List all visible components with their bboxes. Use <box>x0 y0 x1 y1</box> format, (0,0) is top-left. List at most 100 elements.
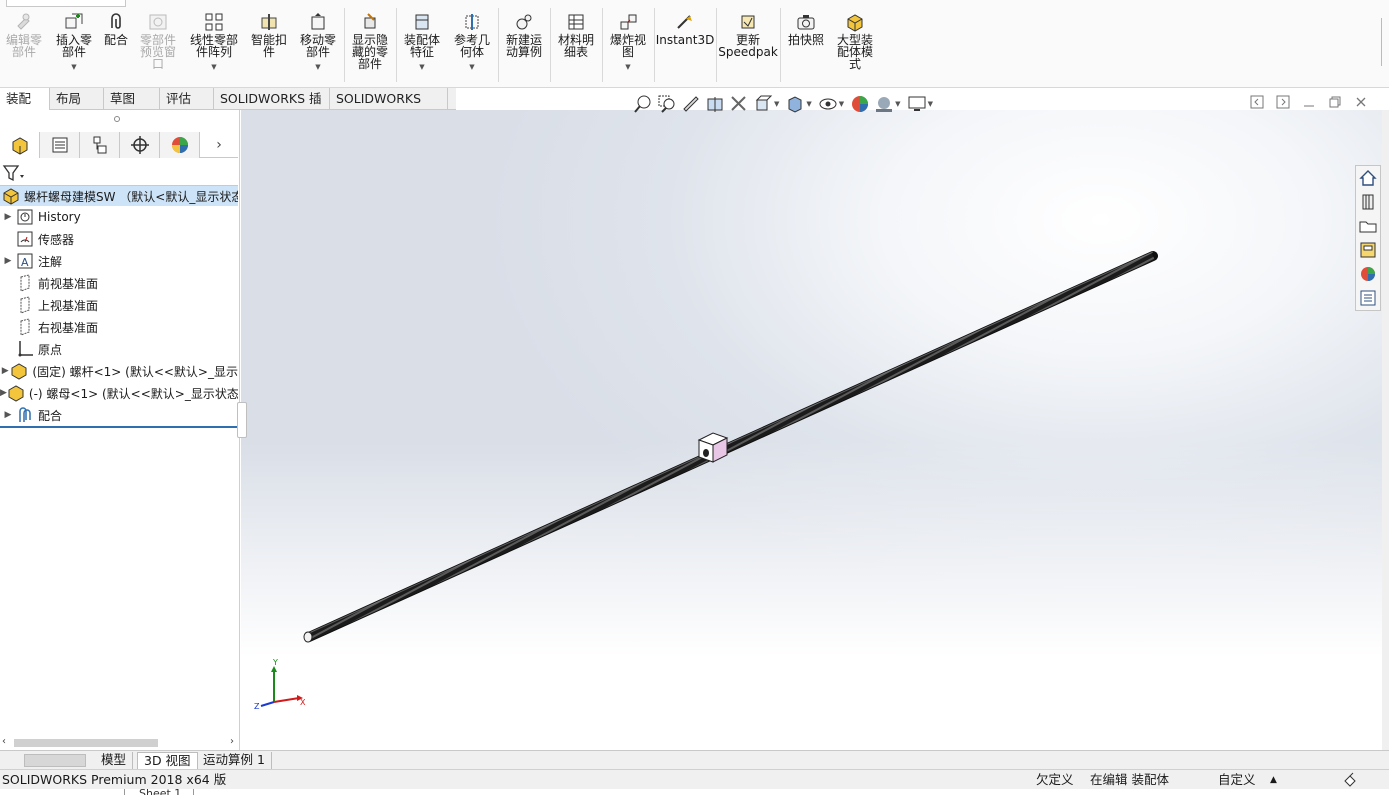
smart-fasteners-button[interactable]: 智能扣 件 <box>248 12 290 58</box>
tab-motion-study-1[interactable]: 运动算例 1 <box>197 752 272 769</box>
edit-component-button[interactable]: 编辑零 部件 <box>4 12 44 58</box>
tree-item-annotations[interactable]: ▶ A 注解 <box>0 250 238 272</box>
tab-layout[interactable]: 布局 <box>50 88 104 110</box>
tab-sketch[interactable]: 草图 <box>104 88 160 110</box>
view-palette-icon[interactable] <box>1358 240 1378 260</box>
zoom-to-fit-icon[interactable] <box>633 94 653 114</box>
hide-show-dropdown-icon[interactable]: ▼ <box>839 100 844 108</box>
display-style-icon[interactable] <box>785 94 805 114</box>
large-assembly-mode-button[interactable]: 大型装 配体模 式 <box>832 12 878 70</box>
expand-icon[interactable]: ▶ <box>0 256 16 266</box>
scroll-left-icon[interactable]: ‹ <box>2 736 6 747</box>
reference-geometry-dropdown-icon[interactable]: ▼ <box>469 61 474 73</box>
apply-scene-icon[interactable] <box>874 94 894 114</box>
collapse-right-icon[interactable] <box>1276 95 1290 109</box>
tabs-scroll-right-icon[interactable]: › <box>200 132 238 157</box>
sheet-tab[interactable]: Sheet 1 <box>124 789 194 795</box>
ribbon-collapse-handle[interactable] <box>1381 18 1389 66</box>
tree-item-origin[interactable]: 原点 <box>0 338 238 360</box>
property-manager-icon <box>52 137 67 153</box>
tab-display-manager[interactable] <box>160 132 200 158</box>
view-settings-dropdown-icon[interactable]: ▼ <box>928 100 933 108</box>
view-orientation-dropdown-icon[interactable]: ▼ <box>774 100 779 108</box>
exploded-view-dropdown-icon[interactable]: ▼ <box>625 61 630 73</box>
tab-evaluate[interactable]: 评估 <box>160 88 214 110</box>
move-component-button[interactable]: 移动零 部件 ▼ <box>296 12 340 73</box>
tab-configuration-manager[interactable] <box>80 132 120 158</box>
assembly-features-dropdown-icon[interactable]: ▼ <box>419 61 424 73</box>
status-units[interactable]: 自定义 <box>1218 770 1256 790</box>
tree-item-top-plane[interactable]: 上视基准面 <box>0 294 238 316</box>
tab-model[interactable]: 模型 <box>95 752 134 769</box>
display-style-dropdown-icon[interactable]: ▼ <box>806 100 811 108</box>
scroll-right-icon[interactable]: › <box>230 736 234 747</box>
scroll-thumb[interactable] <box>14 739 158 747</box>
custom-properties-icon[interactable] <box>1358 288 1378 308</box>
units-arrow-icon[interactable]: ▲ <box>1270 770 1277 790</box>
appearances-icon[interactable] <box>1358 264 1378 284</box>
close-icon[interactable] <box>1354 95 1368 109</box>
tab-property-manager[interactable] <box>40 132 80 158</box>
screw-rod[interactable] <box>303 251 1158 643</box>
tab-3d-views[interactable]: 3D 视图 <box>137 752 198 769</box>
component-preview-button[interactable]: 零部件 预览窗 口 <box>136 12 180 70</box>
previous-view-icon[interactable] <box>681 94 701 114</box>
graphics-area[interactable]: Y X Z <box>241 110 1382 750</box>
tab-solidworks-addins[interactable]: SOLIDWORKS 插件 <box>214 88 330 128</box>
linear-pattern-dropdown-icon[interactable]: ▼ <box>211 61 216 73</box>
tab-dimxpert-manager[interactable] <box>120 132 160 158</box>
horizontal-scrollbar[interactable]: ‹ › <box>0 736 238 750</box>
svg-text:A: A <box>21 256 29 269</box>
zoom-to-area-icon[interactable] <box>657 94 677 114</box>
nut[interactable] <box>697 432 729 463</box>
insert-component-button[interactable]: 插入零 部件 ▼ <box>52 12 96 73</box>
panel-splitter-handle[interactable] <box>237 402 247 438</box>
tab-assembly[interactable]: 装配体 <box>0 88 50 128</box>
tree-item-nut-part[interactable]: ▶ (-) 螺母<1> (默认<<默认>_显示状态 <box>0 382 238 404</box>
assembly-features-button[interactable]: 装配体 特征 ▼ <box>400 12 444 73</box>
design-library-icon[interactable] <box>1358 192 1378 212</box>
instant3d-button[interactable]: Instant3D <box>656 12 714 46</box>
restore-icon[interactable] <box>1328 95 1342 109</box>
file-explorer-icon[interactable] <box>1358 216 1378 236</box>
filter-icon[interactable] <box>2 163 26 183</box>
expand-icon[interactable]: ▶ <box>0 388 7 398</box>
insert-component-dropdown-icon[interactable]: ▼ <box>71 61 76 73</box>
tree-item-history[interactable]: ▶ History <box>0 206 238 228</box>
view-settings-icon[interactable] <box>907 94 927 114</box>
home-icon[interactable] <box>1358 168 1378 188</box>
edit-appearance-icon[interactable] <box>850 94 870 114</box>
exploded-view-button[interactable]: 爆炸视 图 ▼ <box>606 12 650 73</box>
new-motion-study-button[interactable]: 新建运 动算例 <box>502 12 546 58</box>
expand-icon[interactable]: ▶ <box>0 212 16 222</box>
bom-button[interactable]: 材料明 细表 <box>554 12 598 58</box>
rebuild-icon[interactable] <box>1342 772 1358 788</box>
collapse-left-icon[interactable] <box>1250 95 1264 109</box>
expand-icon[interactable]: ▶ <box>0 410 16 420</box>
mate-button[interactable]: 配合 <box>100 12 132 46</box>
tree-root-assembly[interactable]: 螺杆螺母建模SW （默认<默认_显示状态- <box>0 186 238 206</box>
linear-pattern-button[interactable]: 线性零部 件阵列 ▼ <box>186 12 242 73</box>
tab-solidworks-mbd[interactable]: SOLIDWORKS MBD <box>330 88 448 128</box>
take-snapshot-button[interactable]: 拍快照 <box>784 12 828 46</box>
dynamic-annotation-icon[interactable] <box>729 94 749 114</box>
panel-grip[interactable] <box>114 116 120 122</box>
vertical-scrollbar[interactable] <box>1382 110 1389 750</box>
tree-item-sensors[interactable]: 传感器 <box>0 228 238 250</box>
update-speedpak-button[interactable]: 更新 Speedpak <box>718 12 778 58</box>
hide-show-items-icon[interactable] <box>818 94 838 114</box>
view-orientation-icon[interactable] <box>753 94 773 114</box>
section-view-icon[interactable] <box>705 94 725 114</box>
expand-icon[interactable]: ▶ <box>0 366 10 376</box>
tree-item-right-plane[interactable]: 右视基准面 <box>0 316 238 338</box>
tab-navigation-arrows[interactable] <box>24 754 86 767</box>
minimize-icon[interactable] <box>1302 95 1316 109</box>
tree-item-front-plane[interactable]: 前视基准面 <box>0 272 238 294</box>
move-component-dropdown-icon[interactable]: ▼ <box>315 61 320 73</box>
show-hidden-components-button[interactable]: 显示隐 藏的零 部件 <box>348 12 392 70</box>
tree-item-screw-part[interactable]: ▶ (固定) 螺杆<1> (默认<<默认>_显示 <box>0 360 238 382</box>
reference-geometry-button[interactable]: 参考几 何体 ▼ <box>450 12 494 73</box>
tree-item-mates[interactable]: ▶ 配合 <box>0 404 238 426</box>
tab-feature-manager[interactable] <box>0 132 40 158</box>
apply-scene-dropdown-icon[interactable]: ▼ <box>895 100 900 108</box>
